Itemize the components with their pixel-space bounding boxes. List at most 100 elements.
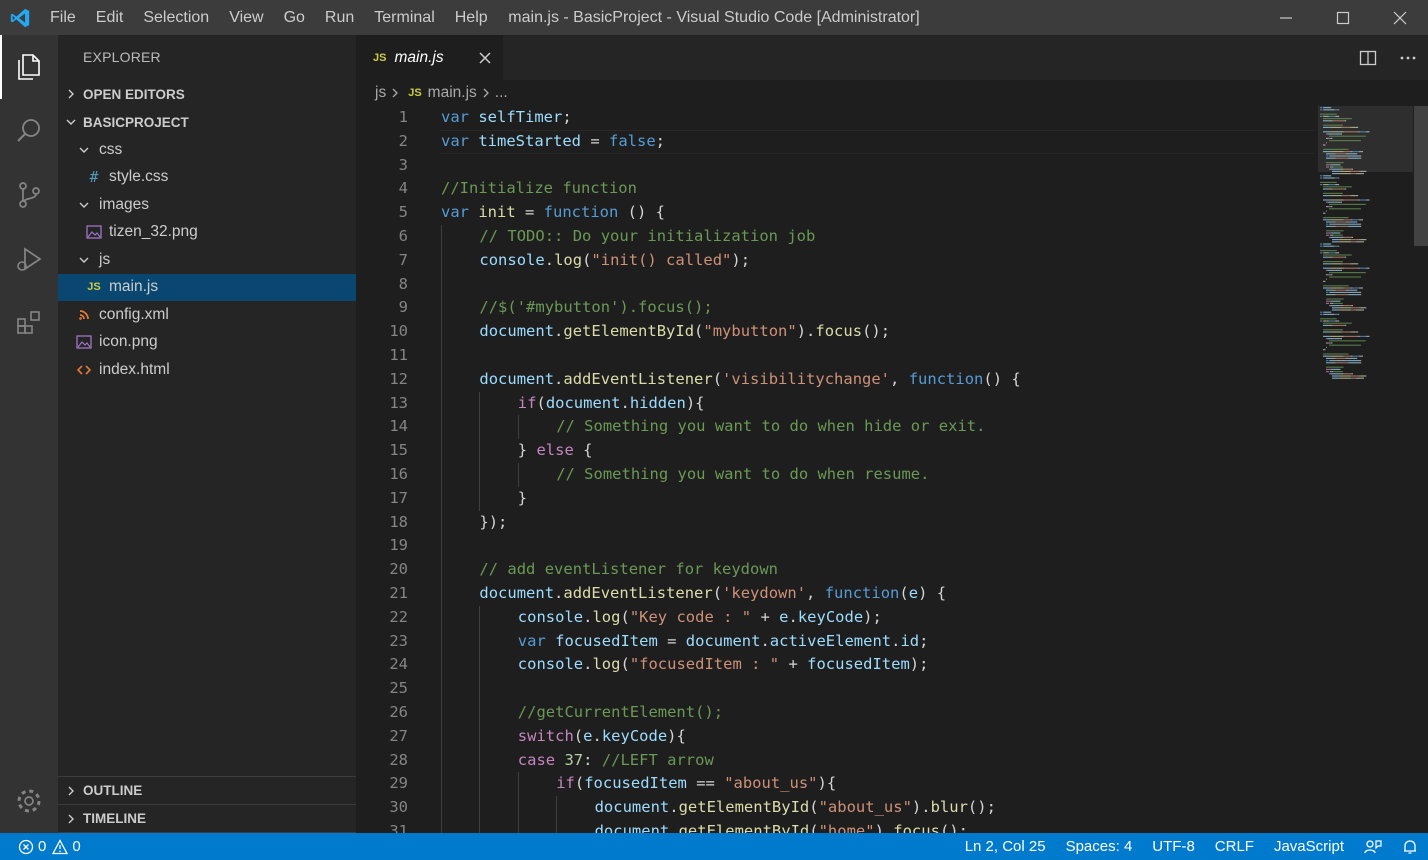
code-text: var init = function () { — [441, 201, 665, 225]
code-token: console — [517, 655, 584, 674]
code-text: switch(e.keyCode){ — [518, 725, 686, 749]
code-line: 21 document.addEventListener('keydown', f… — [356, 581, 1314, 606]
indent-guide — [556, 819, 558, 833]
indent-guide — [517, 772, 519, 797]
code-token: ){ — [817, 774, 837, 793]
search-activity-button[interactable] — [0, 99, 58, 163]
menu-go[interactable]: Go — [274, 0, 315, 35]
menu-help[interactable]: Help — [445, 0, 498, 35]
code-text: //$('#mybutton').focus(); — [479, 296, 712, 320]
tree-file[interactable]: tizen_32.png — [58, 219, 356, 247]
timeline-section[interactable]: TIMELINE — [58, 805, 356, 833]
code-text: document.getElementById("mybutton").focu… — [479, 320, 890, 344]
extensions-activity-button[interactable] — [0, 291, 58, 355]
code-editor[interactable]: 1 var selfTimer; 2 var timeStarted = false;… — [356, 106, 1314, 833]
breadcrumb-folder[interactable]: js — [375, 84, 386, 102]
breadcrumb-symbols[interactable]: ... — [495, 84, 508, 102]
code-token: == — [686, 774, 725, 793]
tree-folder[interactable]: css — [58, 136, 356, 164]
line-number: 11 — [389, 345, 408, 364]
code-line: 6 // TODO:: Do your initialization job — [356, 224, 1314, 249]
source-control-activity-button[interactable] — [0, 163, 58, 227]
open-editors-section[interactable]: OPEN EDITORS — [58, 80, 356, 108]
code-line: 31 document.getElementById("home").focus(… — [356, 819, 1314, 833]
tree-item-label: config.xml — [99, 305, 169, 323]
code-token: keyCode — [797, 607, 864, 626]
indent-guide — [479, 391, 481, 416]
chevron-down-icon — [73, 199, 95, 211]
indent-guide — [441, 367, 442, 392]
manage-activity-button[interactable] — [0, 769, 58, 833]
more-actions-button[interactable] — [1388, 49, 1428, 67]
explorer-sidebar: EXPLORER OPEN EDITORS BASICPROJECT css # s… — [58, 35, 356, 833]
indent-guide — [517, 462, 519, 487]
notifications-button[interactable] — [1392, 839, 1428, 855]
chevron-down-icon — [73, 254, 95, 266]
minimize-icon — [1279, 16, 1292, 19]
tree-file[interactable]: icon.png — [58, 329, 356, 357]
code-token: + — [779, 655, 808, 674]
menu-file[interactable]: File — [40, 0, 86, 35]
code-token: 'visibilitychange' — [722, 369, 891, 388]
split-editor-button[interactable] — [1348, 49, 1388, 67]
tree-file[interactable]: index.html — [58, 356, 356, 384]
outline-section[interactable]: OUTLINE — [58, 777, 356, 805]
menu-run[interactable]: Run — [315, 0, 364, 35]
feedback-button[interactable] — [1354, 839, 1392, 855]
menu-edit[interactable]: Edit — [86, 0, 134, 35]
line-number: 23 — [389, 631, 408, 650]
indent-guide — [479, 772, 481, 797]
problems-indicator[interactable]: 0 0 — [18, 838, 81, 855]
language-mode[interactable]: JavaScript — [1264, 838, 1354, 855]
encoding[interactable]: UTF-8 — [1142, 838, 1205, 855]
tree-folder[interactable]: images — [58, 191, 356, 219]
code-token: var — [441, 203, 469, 222]
line-number: 4 — [398, 179, 408, 198]
project-section[interactable]: BASICPROJECT — [58, 108, 356, 136]
chevron-down-icon — [73, 144, 95, 156]
code-token: document — [479, 369, 555, 388]
activity-bar — [0, 35, 58, 833]
cursor-position[interactable]: Ln 2, Col 25 — [955, 838, 1056, 855]
minimap[interactable] — [1318, 106, 1413, 406]
indentation[interactable]: Spaces: 4 — [1056, 838, 1143, 855]
line-number: 2 — [398, 131, 408, 150]
chevron-right-icon — [58, 88, 83, 100]
line-number: 29 — [389, 774, 408, 793]
indent-guide — [441, 462, 442, 487]
line-number: 15 — [389, 441, 408, 460]
indent-guide — [441, 248, 442, 273]
line-number: 10 — [389, 322, 408, 341]
html-file-icon — [73, 364, 95, 376]
code-token: // Something you want to do when hide or… — [556, 417, 986, 436]
code-token: getElementById — [678, 798, 810, 817]
close-window-button[interactable] — [1371, 0, 1428, 35]
tree-folder[interactable]: js — [58, 246, 356, 274]
tree-file[interactable]: config.xml — [58, 301, 356, 329]
vertical-scrollbar[interactable] — [1414, 106, 1428, 833]
menu-selection[interactable]: Selection — [133, 0, 219, 35]
tree-file[interactable]: JS main.js — [58, 273, 356, 301]
close-tab-button[interactable] — [479, 51, 491, 64]
js-file-icon: JS — [87, 281, 101, 294]
maximize-button[interactable] — [1314, 0, 1371, 35]
minimize-button[interactable] — [1257, 0, 1314, 35]
split-editor-icon — [1359, 50, 1377, 65]
line-endings[interactable]: CRLF — [1205, 838, 1264, 855]
breadcrumb-file[interactable]: main.js — [428, 84, 477, 102]
code-line: 17} — [356, 486, 1314, 511]
code-token: getElementById — [678, 821, 810, 833]
tab-main-js[interactable]: JS main.js — [356, 35, 503, 80]
line-number: 5 — [398, 203, 408, 222]
menu-terminal[interactable]: Terminal — [364, 0, 444, 35]
explorer-activity-button[interactable] — [0, 35, 58, 99]
menu-view[interactable]: View — [219, 0, 273, 35]
code-line: 30 document.getElementById("about_us").bl… — [356, 796, 1314, 820]
indent-guide — [441, 320, 442, 344]
run-debug-activity-button[interactable] — [0, 227, 58, 291]
scrollbar-thumb[interactable] — [1414, 106, 1428, 246]
code-token: "mybutton" — [703, 322, 797, 341]
tree-file[interactable]: # style.css — [58, 164, 356, 192]
code-token: document — [479, 583, 555, 602]
